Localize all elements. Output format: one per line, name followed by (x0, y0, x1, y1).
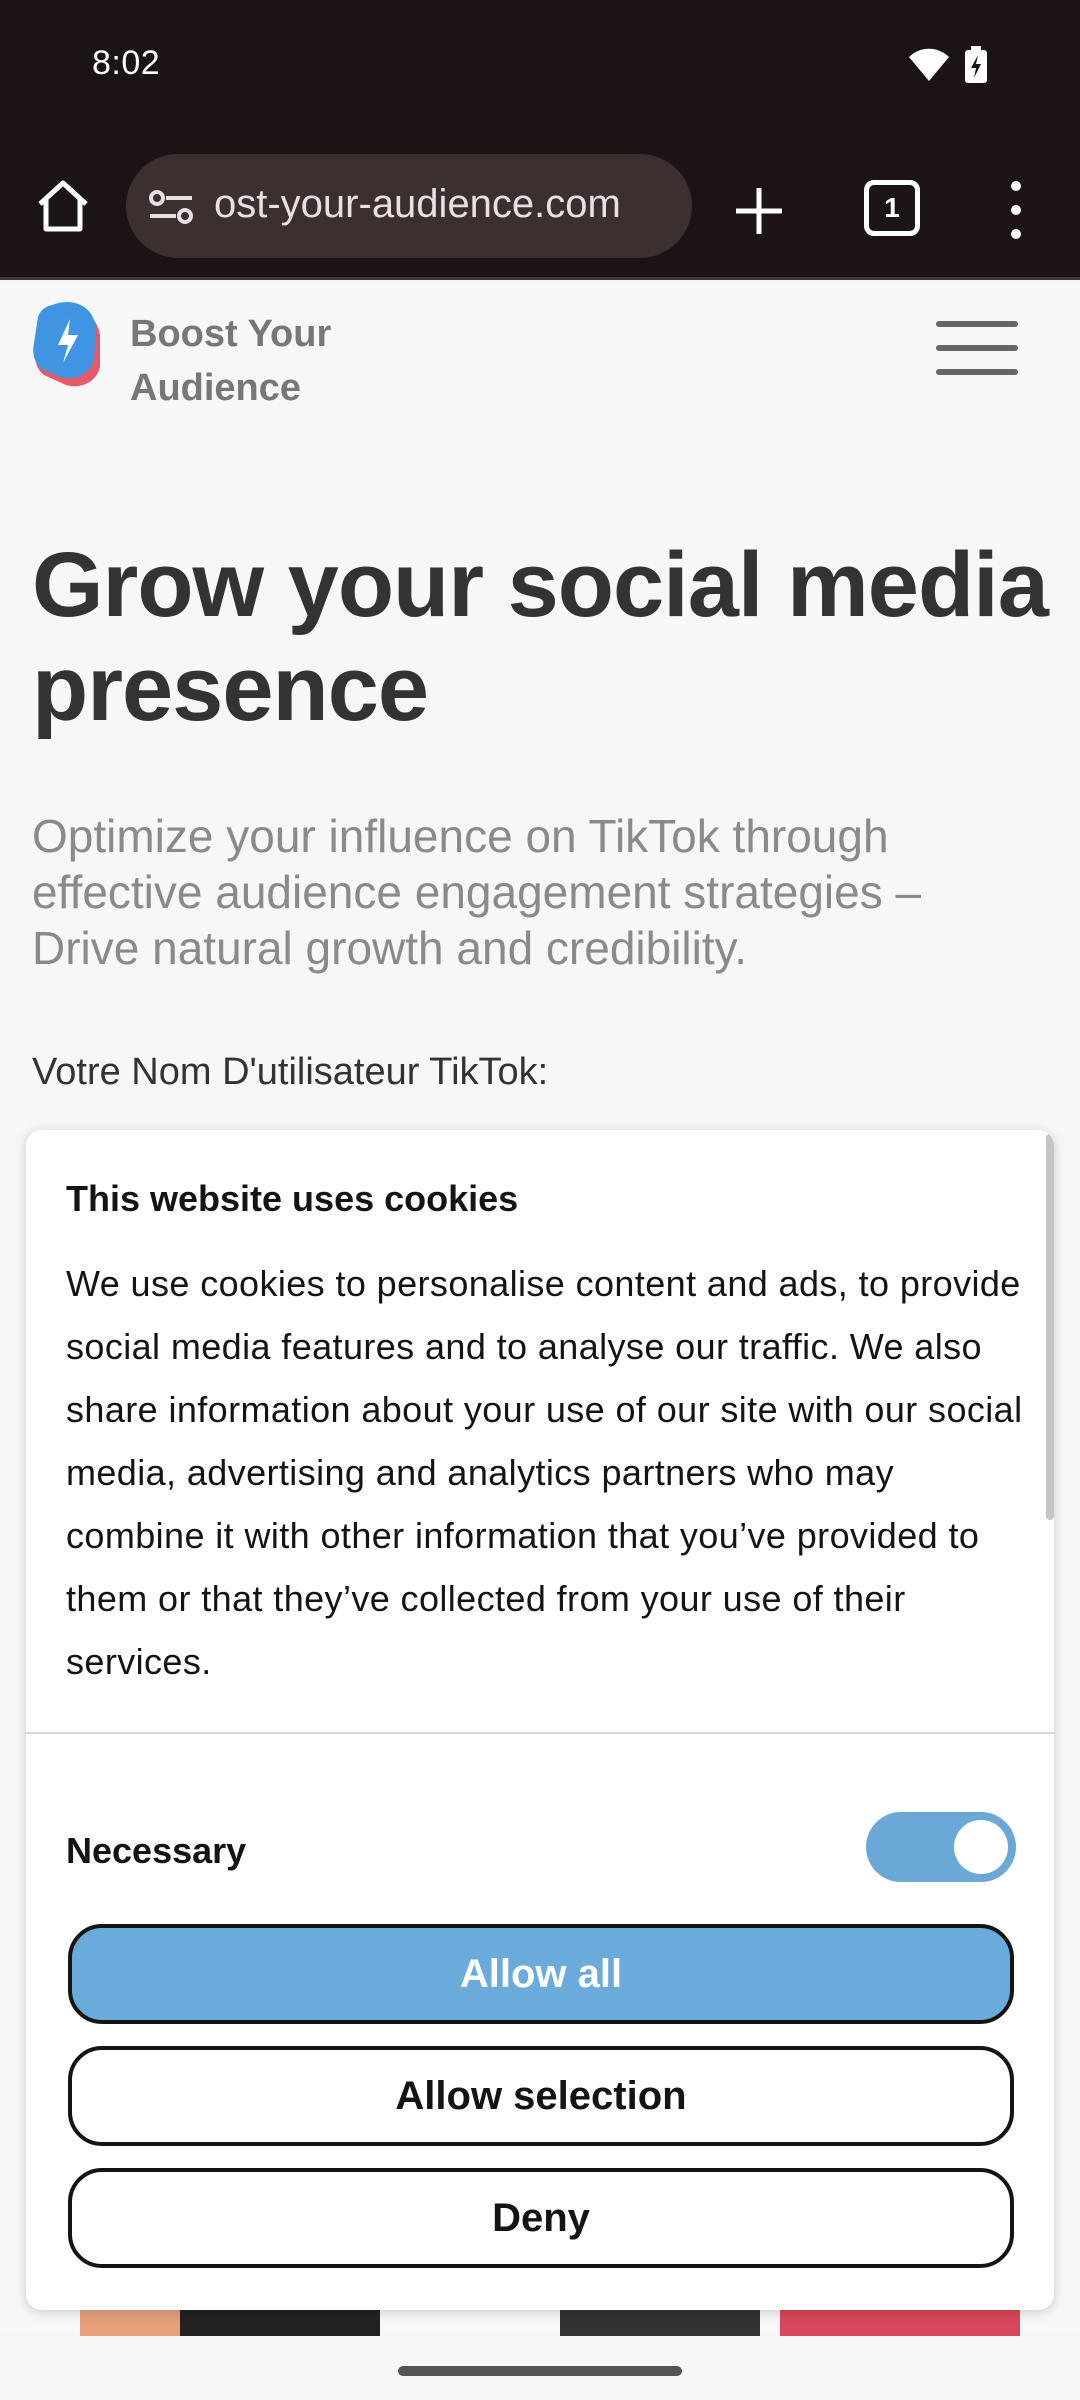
necessary-toggle[interactable] (866, 1812, 1016, 1882)
url-bar[interactable]: ost-your-audience.com (126, 154, 692, 258)
home-icon[interactable] (34, 178, 92, 234)
gesture-bar[interactable] (398, 2366, 682, 2376)
username-label: Votre Nom D'utilisateur TikTok: (32, 1051, 549, 1093)
page-subtext: Optimize your influence on TikTok throug… (32, 810, 922, 974)
dialog-scrollbar[interactable] (1046, 1134, 1054, 1520)
cookie-description: We use cookies to personalise content an… (66, 1263, 1023, 1682)
wifi-icon (909, 48, 949, 81)
status-time: 8:02 (92, 44, 161, 82)
necessary-label: Necessary (66, 1830, 247, 1871)
allow-all-button[interactable]: Allow all (68, 1924, 1014, 2024)
toggle-knob (954, 1820, 1008, 1874)
deny-button[interactable]: Deny (68, 2168, 1014, 2268)
logo-text[interactable]: Boost Your Audience (130, 307, 390, 415)
divider (26, 1732, 1054, 1734)
site-settings-icon[interactable] (148, 188, 194, 226)
more-vert-icon[interactable] (1004, 178, 1028, 242)
logo-icon[interactable] (30, 297, 106, 393)
plus-icon[interactable] (730, 182, 788, 240)
status-bar: 8:02 (0, 0, 1080, 140)
page-headline: Grow your social media presence (32, 534, 1049, 740)
battery-charging-icon (965, 46, 987, 83)
tabs-icon[interactable]: 1 (864, 180, 920, 236)
cookie-consent-dialog: This website uses cookies We use cookies… (26, 1130, 1054, 2310)
dialog-clip (26, 1882, 1054, 1922)
url-text[interactable]: ost-your-audience.com (214, 182, 674, 227)
allow-selection-button[interactable]: Allow selection (68, 2046, 1014, 2146)
browser-toolbar: ost-your-audience.com 1 (0, 140, 1080, 280)
cookie-title: This website uses cookies (66, 1178, 519, 1219)
hamburger-menu-icon[interactable] (936, 321, 1018, 377)
